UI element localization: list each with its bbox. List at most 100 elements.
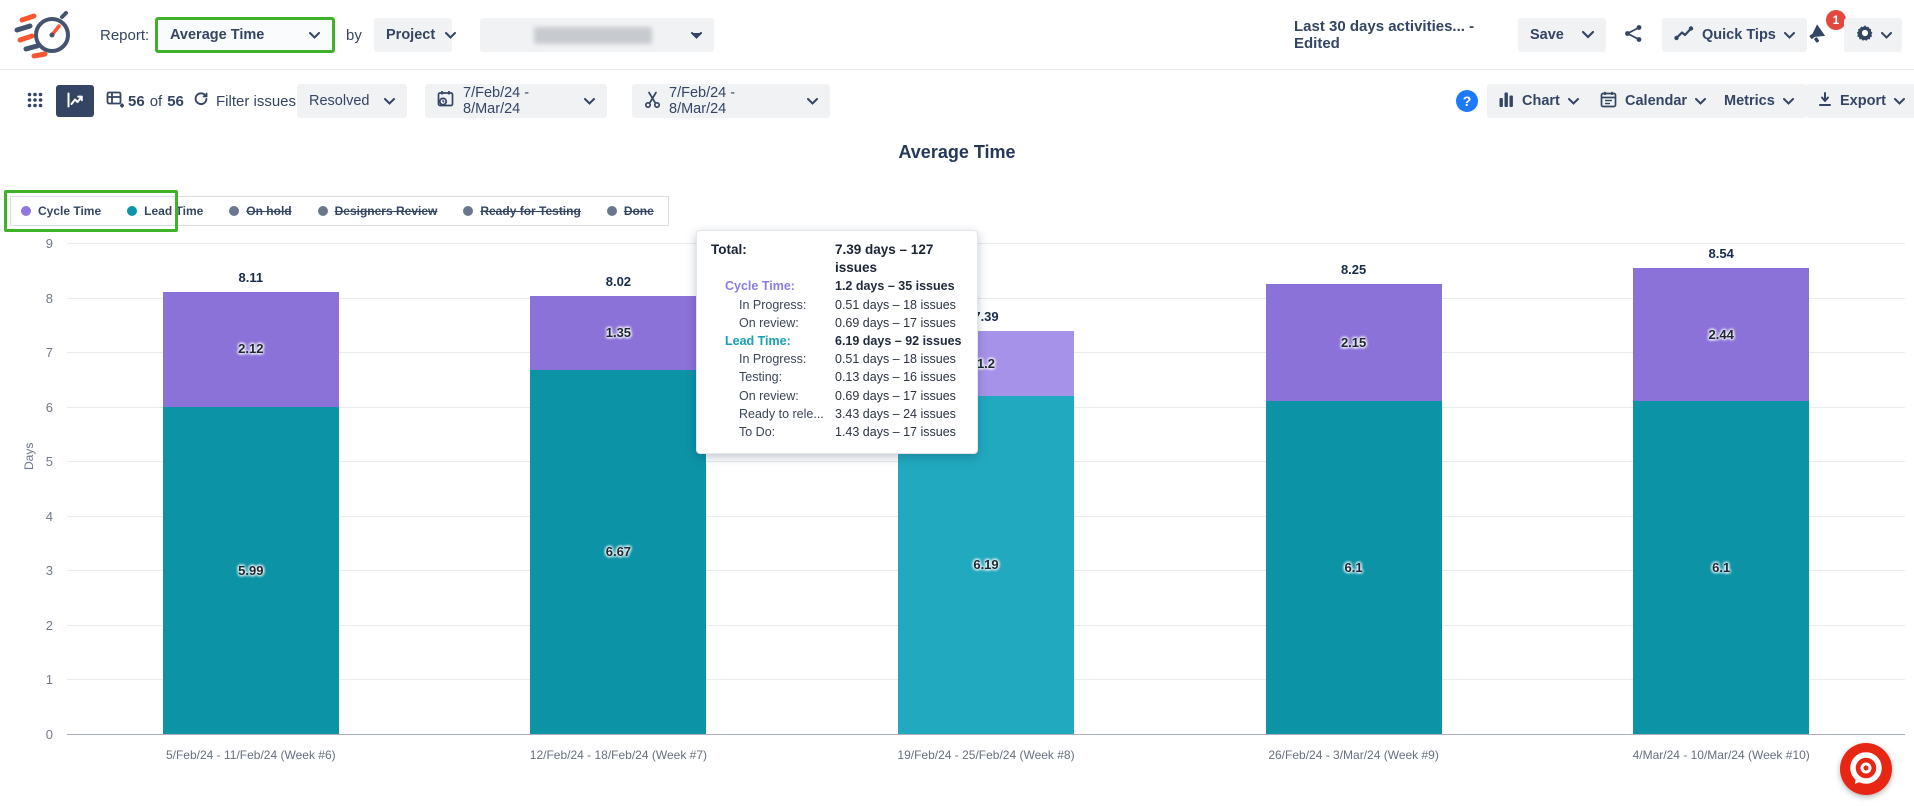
project-select[interactable] — [480, 18, 714, 52]
report-type-value: Average Time — [170, 27, 265, 43]
cycle-time-segment[interactable]: 1.35 — [530, 296, 707, 371]
save-button[interactable]: Save — [1518, 18, 1576, 52]
legend-item-label: Ready for Testing — [480, 204, 581, 218]
stacked-bar[interactable]: 6.1 2.15 8.25 — [1265, 262, 1442, 734]
legend-item-done[interactable]: Done — [606, 204, 654, 218]
filter-status-select[interactable]: Resolved — [297, 84, 407, 118]
tooltip-row-label: Lead Time: — [725, 334, 791, 349]
tooltip-row-value: 0.69 days – 17 issues — [835, 315, 956, 330]
chart-type-button[interactable]: Chart — [1487, 84, 1591, 118]
issues-total-count: 56 — [167, 92, 184, 110]
bar-total-label: 8.54 — [1708, 246, 1734, 262]
group-by-select[interactable]: Project — [374, 18, 457, 52]
legend-dot — [21, 206, 31, 216]
share-button[interactable] — [1614, 18, 1652, 52]
save-button-label: Save — [1530, 27, 1564, 43]
stacked-bar[interactable]: 6.1 2.44 8.54 — [1633, 246, 1810, 734]
legend-item-ready-for-testing[interactable]: Ready for Testing — [463, 204, 581, 218]
scissors-icon — [644, 91, 661, 112]
table-plus-icon — [106, 91, 124, 111]
lead-time-segment[interactable]: 6.67 — [530, 370, 707, 734]
legend-item-cycle-time[interactable]: Cycle Time — [21, 204, 101, 218]
stacked-bar[interactable]: 5.99 2.12 8.11 — [162, 270, 339, 734]
chart-legend: Cycle Time Lead Time On hold Designers Revi… — [10, 196, 669, 226]
tooltip-row-value: 0.69 days – 17 issues — [835, 388, 956, 403]
legend-dot — [463, 206, 474, 216]
help-icon: ? — [1456, 90, 1478, 112]
legend-item-on-hold[interactable]: On hold — [229, 204, 292, 218]
legend-item-designers-review[interactable]: Designers Review — [317, 204, 437, 218]
calendar-button[interactable]: Calendar — [1588, 84, 1719, 118]
download-icon — [1818, 91, 1832, 111]
route-icon — [1674, 25, 1694, 45]
notification-badge: 1 — [1826, 10, 1846, 30]
tooltip-row-label: Cycle Time: — [725, 279, 795, 294]
legend-item-label: Cycle Time — [38, 204, 102, 218]
grid-view-button[interactable] — [16, 85, 54, 117]
settings-button[interactable] — [1844, 18, 1902, 52]
tooltip-row: To Do: 1.43 days – 17 issues — [711, 423, 963, 441]
notifications-button[interactable]: 1 — [1798, 10, 1846, 52]
feedback-widget-button[interactable] — [1840, 743, 1892, 795]
tooltip-row-label: In Progress: — [739, 352, 807, 367]
tooltip-row-label: On review: — [739, 315, 799, 330]
chart-tooltip: Total: 7.39 days – 127 issues Cycle Time: 1… — [696, 230, 978, 455]
help-button[interactable]: ? — [1456, 90, 1478, 112]
group-by-value: Project — [386, 27, 436, 43]
save-options-button[interactable] — [1570, 18, 1606, 52]
cycle-time-value-label: 2.15 — [1340, 334, 1367, 350]
legend-dot — [606, 206, 617, 216]
lead-time-segment[interactable]: 6.1 — [1265, 401, 1442, 734]
resolved-date-range-select[interactable]: 7/Feb/24 - 8/Mar/24 — [632, 84, 830, 118]
legend-item-lead-time[interactable]: Lead Time — [127, 204, 203, 218]
cycle-time-segment[interactable]: 2.44 — [1633, 268, 1810, 402]
chevron-down-icon — [1582, 31, 1594, 39]
stacked-bar[interactable]: 6.67 1.35 8.02 — [530, 274, 707, 734]
chart-view-button[interactable] — [56, 85, 94, 117]
export-button-label: Export — [1840, 93, 1886, 109]
tooltip-row-label: Ready to rele... — [739, 406, 824, 421]
app-logo — [14, 8, 72, 60]
cycle-time-segment[interactable]: 2.12 — [162, 291, 339, 408]
y-axis-tick: 8 — [45, 290, 53, 306]
tooltip-row: Testing: 0.13 days – 16 issues — [711, 368, 963, 386]
tooltip-row: Lead Time: 6.19 days – 92 issues — [711, 332, 963, 350]
cycle-time-segment[interactable]: 2.15 — [1265, 283, 1442, 402]
chevron-down-icon — [1893, 97, 1905, 105]
calendar-clock-icon — [437, 90, 455, 112]
y-axis-tick: 3 — [45, 563, 53, 579]
tooltip-row: On review: 0.69 days – 17 issues — [711, 387, 963, 405]
export-button[interactable]: Export — [1806, 84, 1914, 118]
lead-time-value-label: 6.1 — [1344, 559, 1363, 575]
lead-time-segment[interactable]: 5.99 — [162, 407, 339, 734]
chart-button-label: Chart — [1522, 93, 1560, 109]
cycle-time-value-label: 2.12 — [238, 341, 264, 357]
refresh-icon[interactable] — [193, 91, 209, 112]
chevron-down-icon — [691, 31, 702, 39]
issues-of-label: of — [149, 92, 163, 110]
y-axis-tick: 7 — [45, 345, 53, 361]
tooltip-row: In Progress: 0.51 days – 18 issues — [711, 296, 963, 314]
lead-time-segment[interactable]: 6.1 — [1633, 401, 1810, 734]
lead-time-value-label: 5.99 — [238, 562, 264, 578]
created-date-range-select[interactable]: 7/Feb/24 - 8/Mar/24 — [425, 84, 607, 118]
quick-tips-button[interactable]: Quick Tips — [1662, 18, 1807, 52]
metrics-button[interactable]: Metrics — [1712, 84, 1806, 118]
gridline — [67, 243, 1905, 244]
x-axis-category-label: 26/Feb/24 - 3/Mar/24 (Week #9) — [1268, 748, 1439, 762]
tooltip-row: Ready to rele... 3.43 days – 24 issues — [711, 405, 963, 423]
by-label: by — [346, 26, 362, 44]
x-axis-category-label: 19/Feb/24 - 25/Feb/24 (Week #8) — [897, 748, 1075, 762]
tooltip-row-label: On review: — [739, 388, 799, 403]
chart-title: Average Time — [898, 142, 1016, 162]
tooltip-row-value: 0.51 days – 18 issues — [835, 352, 956, 367]
y-axis-tick: 4 — [45, 508, 53, 524]
cycle-time-value-label: 1.35 — [605, 325, 632, 341]
gridline — [67, 297, 1905, 299]
tooltip-row-value: 3.43 days – 24 issues — [835, 406, 956, 421]
tooltip-row-value: 1.43 days – 17 issues — [835, 425, 956, 440]
y-axis-tick: 0 — [45, 727, 53, 742]
report-type-select[interactable]: Average Time — [155, 17, 335, 53]
chevron-down-icon — [1695, 97, 1707, 105]
resolved-date-range-value: 7/Feb/24 - 8/Mar/24 — [669, 85, 736, 117]
